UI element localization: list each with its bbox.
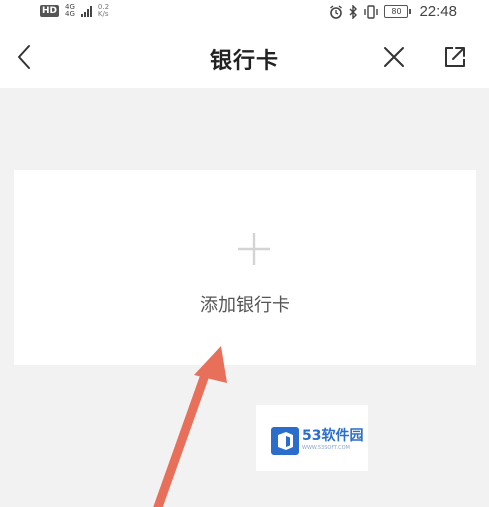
- add-bank-card-button[interactable]: 添加银行卡: [14, 170, 476, 365]
- plus-icon: [238, 233, 270, 265]
- status-left: HD 4G 4G 0.2 K/s: [40, 4, 109, 18]
- share-icon: [445, 47, 465, 67]
- battery-level: 80: [391, 7, 402, 16]
- screen: HD 4G 4G 0.2 K/s 80 22:48 银行卡 添加银行卡 53软件…: [0, 0, 489, 507]
- watermark-logo-icon: [271, 427, 299, 455]
- watermark-brand: 53软件园: [302, 428, 364, 444]
- bluetooth-icon: [349, 4, 358, 19]
- hd-badge: HD: [40, 5, 60, 17]
- close-button[interactable]: [381, 44, 407, 70]
- nav-bar: 银行卡: [0, 26, 489, 88]
- watermark: 53软件园 WWW.53SOFT.COM: [256, 405, 368, 471]
- alarm-icon: [330, 4, 343, 19]
- status-right: 80 22:48: [329, 3, 457, 20]
- network-bottom: 4G: [65, 10, 75, 18]
- page-title: 银行卡: [209, 49, 279, 74]
- share-button[interactable]: [442, 44, 468, 70]
- add-bank-card-label: 添加银行卡: [200, 295, 290, 316]
- vibrate-icon: [364, 4, 379, 19]
- status-time: 22:48: [419, 3, 457, 20]
- battery-icon: 80: [384, 5, 412, 18]
- speed-unit: K/s: [97, 10, 109, 18]
- network-label: 4G 4G: [65, 4, 75, 18]
- close-icon: [384, 47, 404, 67]
- watermark-url: WWW.53SOFT.COM: [302, 445, 350, 451]
- signal-icon: [80, 5, 92, 17]
- network-speed: 0.2 K/s: [98, 4, 109, 18]
- status-bar: HD 4G 4G 0.2 K/s 80 22:48: [0, 0, 489, 26]
